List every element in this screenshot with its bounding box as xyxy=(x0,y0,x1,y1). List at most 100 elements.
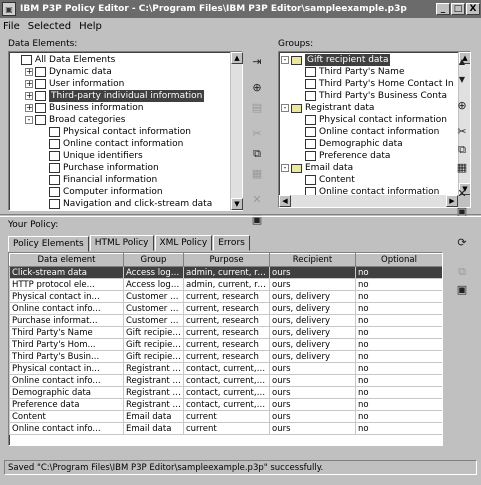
table-cell[interactable]: Access log inform... xyxy=(123,278,184,291)
table-row[interactable]: Preference dataRegistrant datacontact, c… xyxy=(9,398,442,411)
tree-node[interactable]: - Gift recipient data xyxy=(281,54,456,66)
table-cell[interactable]: ours xyxy=(269,410,356,423)
column-header-data-element[interactable]: Data element xyxy=(9,253,124,267)
table-cell[interactable]: Content xyxy=(9,410,124,423)
table-cell[interactable]: Third Party's Name xyxy=(9,326,124,339)
data-elements-tree[interactable]: All Data Elements + Dynamic data + User info… xyxy=(9,52,230,210)
remove-icon[interactable]: ✕ xyxy=(250,193,264,207)
collapse-icon[interactable]: - xyxy=(281,164,289,172)
tree-node[interactable]: - Email data xyxy=(281,162,456,174)
table-cell[interactable]: admin, current, re... xyxy=(183,266,270,279)
tree-node[interactable]: + Third-party individual information xyxy=(11,90,228,102)
scroll-down-button[interactable]: ▼ xyxy=(231,198,243,210)
table-cell[interactable]: admin, current, re... xyxy=(183,278,270,291)
table-cell[interactable]: no xyxy=(355,350,442,363)
table-cell[interactable]: current, research xyxy=(183,302,270,315)
table-cell[interactable]: Access log inform... xyxy=(123,266,184,279)
collapse-icon[interactable]: - xyxy=(281,104,289,112)
table-row[interactable]: Online contact info... Email data current o… xyxy=(9,422,442,435)
table-cell[interactable]: contact, current, re... xyxy=(183,374,270,387)
table-cell[interactable]: Physical contact in... xyxy=(9,290,124,303)
table-cell[interactable]: ours, delivery xyxy=(269,350,356,363)
paste-icon[interactable]: ▦ xyxy=(250,167,264,181)
table-cell[interactable]: no xyxy=(355,386,442,399)
table-cell[interactable]: Purchase informat... xyxy=(9,314,124,327)
table-cell[interactable]: Email data xyxy=(123,410,184,423)
table-row[interactable]: Third Party's NameGift recipient datacur… xyxy=(9,326,442,339)
table-cell[interactable]: no xyxy=(355,422,442,435)
tab-xml-policy[interactable]: XML Policy xyxy=(154,235,213,251)
table-cell[interactable]: current, research xyxy=(183,326,270,339)
tree-node[interactable]: + Dynamic data xyxy=(11,66,228,78)
collapse-icon[interactable]: - xyxy=(281,56,289,64)
splitter[interactable] xyxy=(0,214,481,217)
tree-node[interactable]: Online contact information xyxy=(281,126,456,138)
table-cell[interactable]: current, research xyxy=(183,290,270,303)
table-cell[interactable]: Customer data xyxy=(123,302,184,315)
table-row[interactable]: Purchase informat... Customer data current… xyxy=(9,314,442,327)
table-cell[interactable]: no xyxy=(355,278,442,291)
cut-icon[interactable]: ✂ xyxy=(250,127,264,141)
table-cell[interactable]: no xyxy=(355,410,442,423)
delete-icon[interactable]: ▤ xyxy=(250,101,264,115)
tree-node[interactable]: Third Party's Business Conta xyxy=(281,90,456,102)
table-cell[interactable]: Customer data xyxy=(123,314,184,327)
close-button[interactable]: X xyxy=(466,3,480,15)
tree-node[interactable]: - Registrant data xyxy=(281,102,456,114)
table-cell[interactable]: Registrant data xyxy=(123,374,184,387)
new-group-icon[interactable]: ⊕ xyxy=(250,81,264,95)
tree-node[interactable]: + Business information xyxy=(11,102,228,114)
table-row[interactable]: Demographic dataRegistrant datacontact, … xyxy=(9,386,442,399)
table-cell[interactable]: ours xyxy=(269,386,356,399)
table-cell[interactable]: current xyxy=(183,410,270,423)
table-cell[interactable]: Online contact info... xyxy=(9,302,124,315)
table-cell[interactable]: Gift recipient data xyxy=(123,338,184,351)
table-cell[interactable]: current, research xyxy=(183,350,270,363)
tree-node[interactable]: Content xyxy=(281,174,456,186)
table-cell[interactable]: no xyxy=(355,398,442,411)
column-header-recipient[interactable]: Recipient xyxy=(269,253,356,267)
tree-node[interactable]: Physical contact information xyxy=(281,114,456,126)
table-cell[interactable]: Third Party's Hom... xyxy=(9,338,124,351)
table-cell[interactable]: ours xyxy=(269,422,356,435)
table-cell[interactable]: no xyxy=(355,266,442,279)
refresh-icon[interactable]: ⟳ xyxy=(455,236,469,250)
tree-node[interactable]: Computer information xyxy=(11,186,228,198)
table-row[interactable]: Online contact info...Registrant datacon… xyxy=(9,374,442,387)
minimize-button[interactable]: _ xyxy=(436,3,450,15)
column-header-optional[interactable]: Optional xyxy=(355,253,442,267)
table-cell[interactable]: contact, current, re... xyxy=(183,362,270,375)
table-row[interactable]: Third Party's Busin...Gift recipient dat… xyxy=(9,350,442,363)
tree-node[interactable]: Unique identifiers xyxy=(11,150,228,162)
table-cell[interactable]: ours, delivery xyxy=(269,314,356,327)
collapse-icon[interactable]: - xyxy=(25,116,33,124)
table-cell[interactable]: Online contact info... xyxy=(9,374,124,387)
table-row[interactable]: Content Email data current ours no xyxy=(9,410,442,423)
tree-node[interactable]: + User information xyxy=(11,78,228,90)
groups-hscrollbar[interactable]: ◀ ▶ xyxy=(279,195,470,207)
column-header-group[interactable]: Group xyxy=(123,253,184,267)
tree-node[interactable]: Physical contact information xyxy=(11,126,228,138)
table-cell[interactable]: Registrant data xyxy=(123,362,184,375)
table-row[interactable]: HTTP protocol ele...Access log inform...… xyxy=(9,278,442,291)
menu-selected[interactable]: Selected xyxy=(28,21,71,32)
table-cell[interactable]: no xyxy=(355,338,442,351)
properties-icon[interactable]: ▣ xyxy=(455,283,469,297)
table-cell[interactable]: ours, delivery xyxy=(269,326,356,339)
tree-node[interactable]: Navigation and click-stream data xyxy=(11,198,228,210)
tree-node[interactable]: Demographic data xyxy=(281,138,456,150)
add-to-group-icon[interactable]: ⇥ xyxy=(250,55,264,69)
table-cell[interactable]: no xyxy=(355,362,442,375)
table-cell[interactable]: Physical contact in... xyxy=(9,362,124,375)
remove-icon[interactable]: ✕ xyxy=(455,187,469,201)
cut-icon[interactable]: ✂ xyxy=(455,125,469,139)
table-cell[interactable]: no xyxy=(355,374,442,387)
table-cell[interactable]: Demographic data xyxy=(9,386,124,399)
tree-node[interactable]: Third Party's Home Contact In xyxy=(281,78,456,90)
column-header-purpose[interactable]: Purpose xyxy=(183,253,270,267)
table-cell[interactable]: no xyxy=(355,290,442,303)
table-cell[interactable]: ours, delivery xyxy=(269,302,356,315)
table-cell[interactable]: Preference data xyxy=(9,398,124,411)
new-group-icon[interactable]: ⊕ xyxy=(455,99,469,113)
table-cell[interactable]: current, research xyxy=(183,338,270,351)
